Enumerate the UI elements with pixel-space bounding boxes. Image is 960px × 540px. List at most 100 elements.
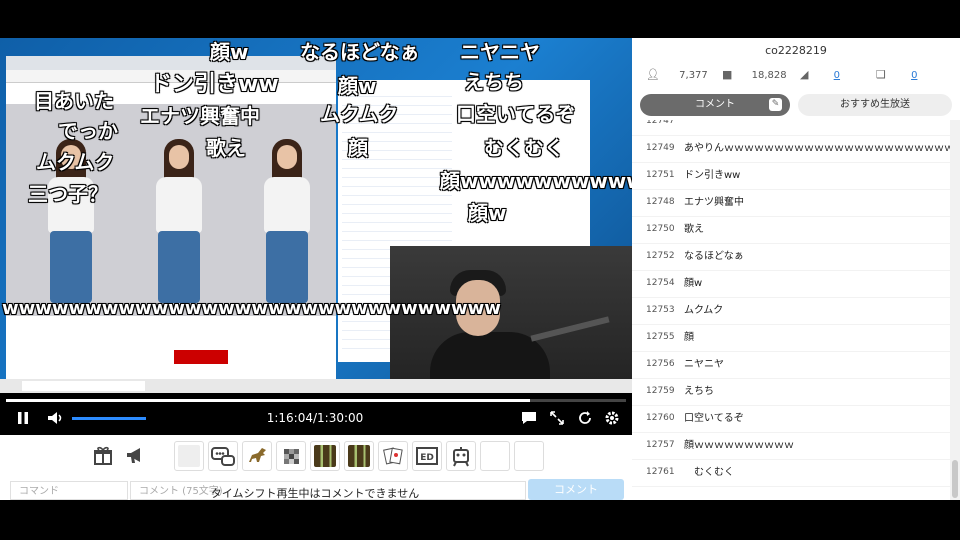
dancer-figure [244,133,330,308]
danmaku-comment: 歌え [206,136,246,160]
danmaku-comment: 目あいた [34,89,114,113]
comments-icon: ■ [722,68,733,81]
speaker-icon [48,412,62,424]
danmaku-comment: 顔w [468,201,507,225]
gift-item-slot[interactable] [480,441,510,471]
niconi-ad-button[interactable] [122,442,148,468]
streamer-webcam [390,246,632,393]
comment-bubble-icon [522,412,536,424]
comment-row[interactable]: 12761 むくむく [632,459,950,487]
program-stats: 👤︎ 7,377 ■ 18,828 ◢ 0 ❑ 0 [632,66,960,86]
danmaku-comment: wwwwwwwwwwwwwwwwwwwwwwwwwwwwww [2,298,501,319]
comment-row[interactable]: 12750 歌え [632,216,950,244]
command-input[interactable]: コマンド [10,481,128,500]
community-id: co2228219 [765,44,827,57]
video-player[interactable]: 顔w なるほどなぁ ニヤニヤ 目あいた ドン引きww 顔w えちち でっか エナ… [0,38,632,393]
volume-slider[interactable] [72,417,146,420]
robot-icon [453,447,469,467]
danmaku-comment: でっか [58,119,118,143]
gift-item-slot[interactable] [310,441,340,471]
time-display: 1:16:04/1:30:00 [266,411,364,425]
megaphone-icon [127,448,140,463]
streamed-dance-video [6,104,336,316]
mosaic-icon [284,449,299,464]
program-panel: co2228219 👤︎ 7,377 ■ 18,828 ◢ 0 ❑ 0 コメント… [632,38,960,500]
danmaku-comment: 顔wwwwwwwwwwww [440,169,632,193]
chat-bubbles-icon [211,447,235,466]
tab-comments[interactable]: コメント ✎ [640,94,790,116]
gift-icon [94,446,112,465]
gift-item-slot[interactable] [276,441,306,471]
pause-icon [18,412,28,424]
comment-scrollbar[interactable] [950,120,960,500]
gear-icon [605,411,619,425]
gift-item-slot[interactable] [242,441,272,471]
gift-button[interactable] [90,442,116,468]
comment-row[interactable]: 12754 顔w [632,270,950,298]
danmaku-comment: 顔w [338,74,377,98]
fullscreen-button[interactable] [546,407,568,429]
gift-item-slot[interactable] [514,441,544,471]
gift-item-slot[interactable] [378,441,408,471]
ed-sign-icon: ED [416,447,438,465]
ad-count: ◢ 0 [800,68,841,81]
timeshift-notice: タイムシフト再生中はコメントできません [210,487,420,500]
reload-button[interactable] [574,407,596,429]
tab-recommended[interactable]: おすすめ生放送 [798,94,952,116]
top-letterbox [0,0,960,38]
streamed-taskbar [0,379,632,393]
danmaku-comment: えちち [464,70,524,94]
expand-icon [550,411,564,425]
comment-row[interactable]: 12749あやりんｗｗｗｗｗｗｗｗｗｗｗｗｗｗｗｗｗｗｗｗｗｗｗｗｗｗｗｗｗｗ [632,135,950,163]
danmaku-comment: 三つ子？ [28,182,108,206]
gift-item-slot[interactable] [446,441,476,471]
gift-item-slot[interactable] [208,441,238,471]
player-controls: 1:16:04/1:30:00 [0,393,632,435]
comment-form: コマンド コメント (75文字) コメント タイムシフト再生中はコメントできませ… [0,477,632,500]
comment-row[interactable]: 12751 ドン引きww [632,162,950,190]
viewers-icon: 👤︎ [646,68,660,81]
gift-icon: ❑ [876,68,886,81]
danmaku-comment: ムクムク [36,150,115,174]
settings-button[interactable] [601,407,623,429]
comment-row[interactable]: 12756 ニヤニヤ [632,351,950,379]
seek-bar-progress [6,399,530,402]
comment-row[interactable]: 12753 ムクムク [632,297,950,325]
svg-text:ED: ED [420,453,434,463]
ad-icon: ◢ [800,68,809,81]
bottom-letterbox [0,500,960,540]
comment-submit-button[interactable]: コメント [528,479,624,500]
danmaku-comment: エナツ興奮中 [140,104,260,128]
panel-tabs: コメント ✎ おすすめ生放送 [640,94,952,116]
gift-item-slot[interactable] [344,441,374,471]
gift-item-slot[interactable]: ED [412,441,442,471]
comment-row[interactable]: 12760 口空いてるぞ [632,405,950,433]
danmaku-comment: なるほどなぁ [300,40,420,64]
dinosaur-icon [249,448,266,462]
edit-icon[interactable]: ✎ [769,98,782,111]
seek-bar[interactable] [6,399,626,402]
comment-row[interactable]: 12748 エナツ興奮中 [632,189,950,217]
comment-row[interactable]: 12755 顔 [632,324,950,352]
scrollbar-thumb[interactable] [952,460,958,498]
volume-button[interactable] [44,407,66,429]
refresh-icon [579,411,591,424]
danmaku-comment: ドン引きww [150,72,279,97]
danmaku-comment: ニヤニヤ [460,40,540,64]
cards-icon [383,447,403,465]
gift-item-slot[interactable] [174,441,204,471]
pause-button[interactable] [12,407,34,429]
gift-toolbar: ED [0,435,632,477]
comment-row[interactable]: 12759 えちち [632,378,950,406]
danmaku-comment: むくむく [484,136,564,160]
danmaku-comment: 顔w [210,40,249,64]
comment-row[interactable]: 12757 顔ｗｗｗｗｗｗｗｗｗｗ [632,432,950,460]
comment-list: 12747 12749あやりんｗｗｗｗｗｗｗｗｗｗｗｗｗｗｗｗｗｗｗｗｗｗｗｗｗ… [632,120,950,500]
comment-toggle-button[interactable] [518,407,540,429]
comment-row[interactable]: 12747 [632,120,950,136]
comment-count: ■ 18,828 [722,68,787,81]
gift-count: ❑ 0 [876,68,918,81]
danmaku-comment: ムクムク [320,102,399,126]
comment-row[interactable]: 12752 なるほどなぁ [632,243,950,271]
danmaku-comment: 口空いてるぞ [456,102,576,126]
